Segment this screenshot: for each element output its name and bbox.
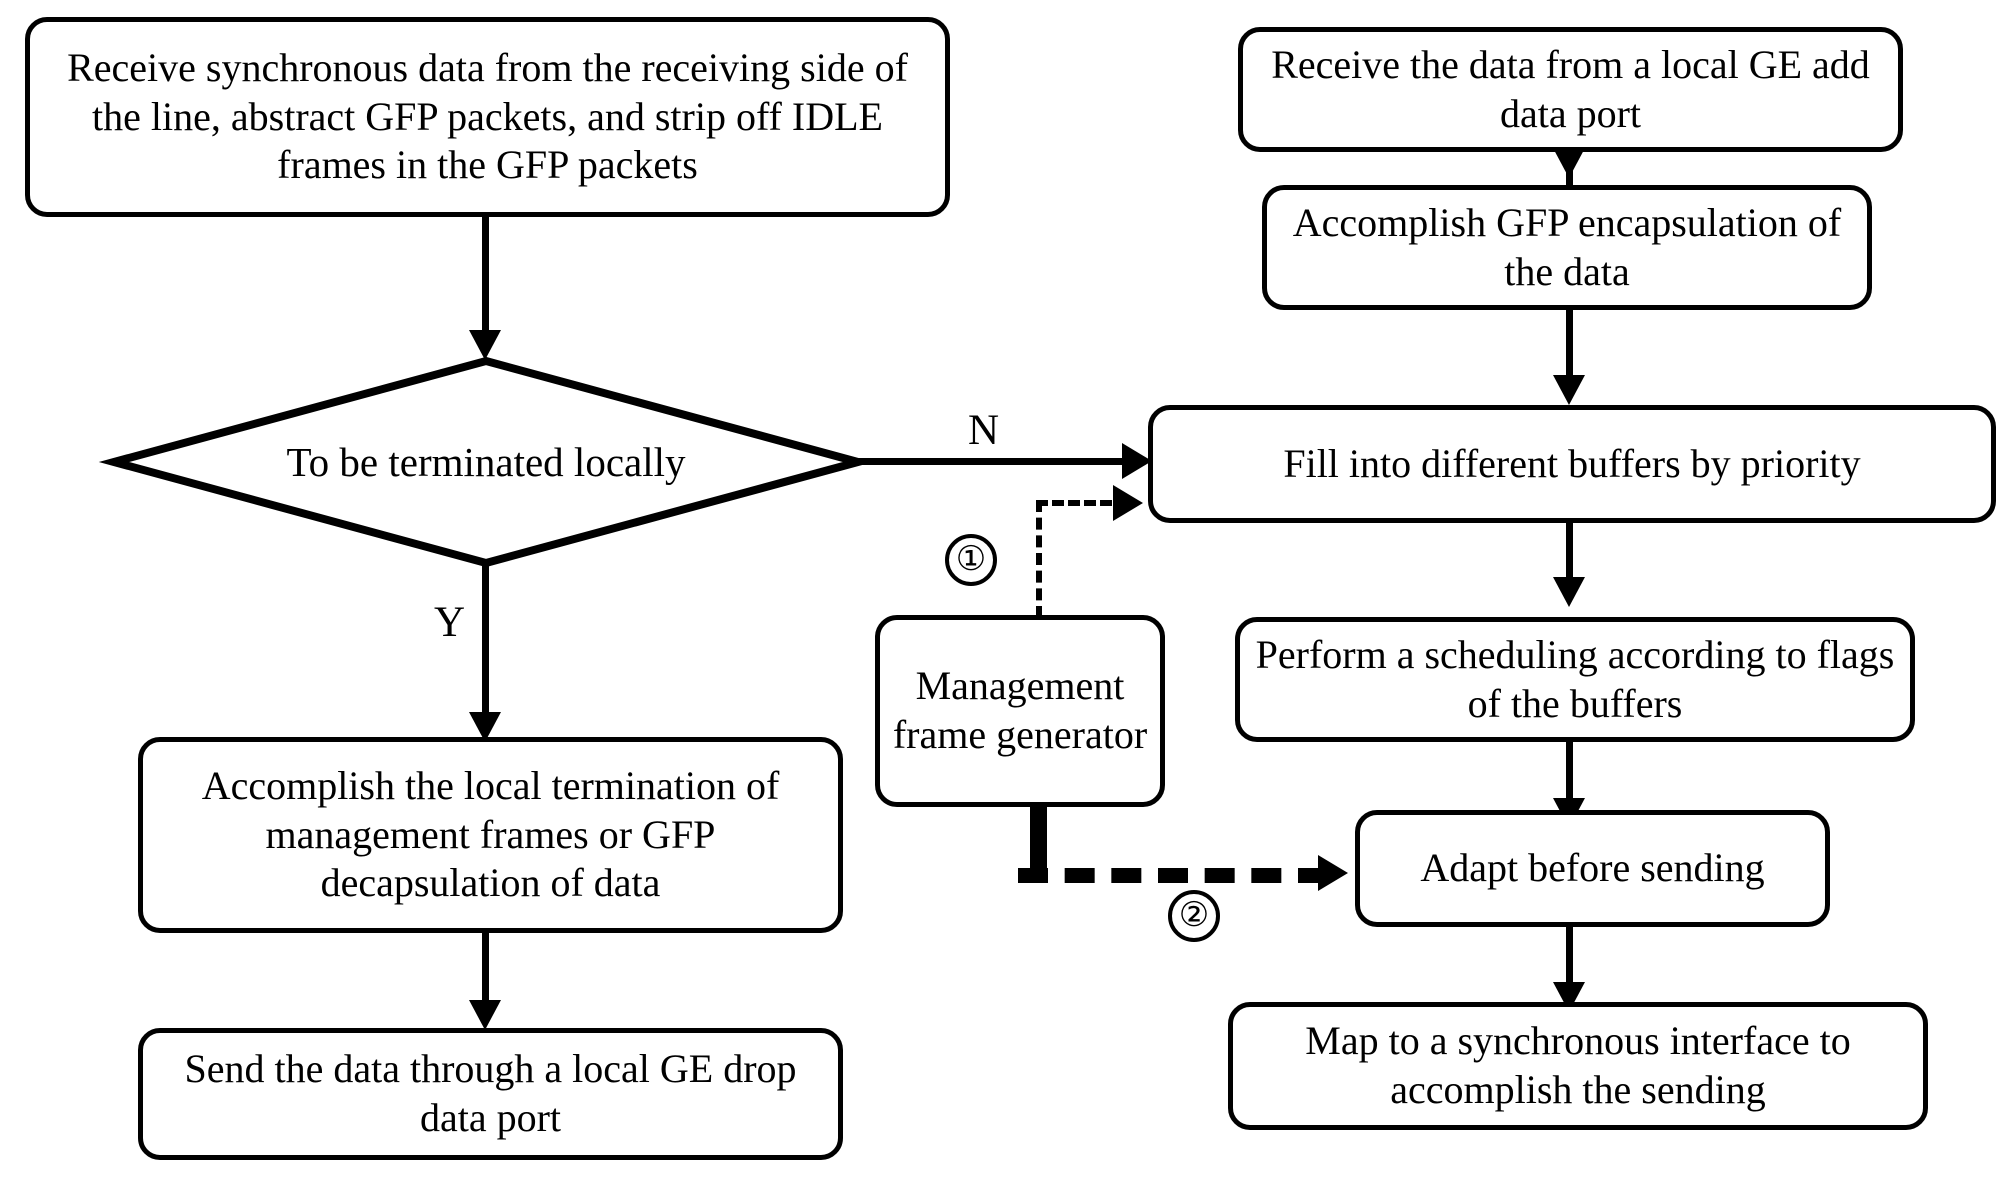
arrowhead-buffers-to-scheduling <box>1553 577 1585 607</box>
marker-two-label: ② <box>1178 897 1210 934</box>
arrowhead-geadd-to-encapsulation <box>1553 148 1585 178</box>
node-management-frame-generator-label: Management frame generator <box>892 663 1148 757</box>
marker-one-badge: ① <box>945 534 997 586</box>
connector-mgmt-to-adapt-vertical <box>1030 807 1047 875</box>
connector-mgmt-to-buffers-vertical <box>1036 500 1042 618</box>
node-map-to-sync-interface-label: Map to a synchronous interface to accomp… <box>1305 1018 1851 1112</box>
connector-receive-to-decision <box>482 217 489 337</box>
decision-label-wrapper: To be terminated locally <box>110 357 862 567</box>
node-accomplish-local-termination: Accomplish the local termination of mana… <box>138 737 843 933</box>
connector-mgmt-to-adapt-horizontal <box>1018 868 1328 883</box>
flowchart-canvas: Receive synchronous data from the receiv… <box>0 0 1996 1191</box>
node-adapt-before-sending: Adapt before sending <box>1355 810 1830 927</box>
node-accomplish-gfp-encapsulation-label: Accomplish GFP encapsulation of the data <box>1292 199 1842 294</box>
node-decision-terminate-locally-label: To be terminated locally <box>286 439 686 485</box>
node-management-frame-generator: Management frame generator <box>875 615 1165 807</box>
node-receive-sync-data: Receive synchronous data from the receiv… <box>25 17 950 217</box>
node-fill-buffers-by-priority-label: Fill into different buffers by priority <box>1283 440 1861 486</box>
node-perform-scheduling: Perform a scheduling according to flags … <box>1235 617 1915 742</box>
node-adapt-before-sending-label: Adapt before sending <box>1420 845 1765 891</box>
marker-two-badge: ② <box>1168 890 1220 942</box>
connector-scheduling-to-adapt <box>1566 742 1573 804</box>
node-decision-terminate-locally: To be terminated locally <box>98 356 874 568</box>
connector-termination-to-send <box>482 933 489 1008</box>
connector-encapsulation-to-buffers <box>1566 310 1573 380</box>
arrowhead-encapsulation-to-buffers <box>1553 375 1585 405</box>
node-accomplish-local-termination-label: Accomplish the local termination of mana… <box>201 762 780 906</box>
arrowhead-mgmt-to-buffers <box>1113 485 1143 521</box>
node-receive-from-ge-add-label: Receive the data from a local GE add dat… <box>1271 41 1870 136</box>
arrowhead-termination-to-send <box>469 1000 501 1030</box>
connector-adapt-to-map <box>1566 927 1573 989</box>
arrowhead-mgmt-to-adapt <box>1318 855 1348 891</box>
node-perform-scheduling-label: Perform a scheduling according to flags … <box>1255 631 1895 726</box>
node-fill-buffers-by-priority: Fill into different buffers by priority <box>1148 405 1996 523</box>
connector-decision-yes <box>482 560 489 720</box>
node-receive-sync-data-label: Receive synchronous data from the receiv… <box>67 44 908 188</box>
edge-label-branch-yes: Y <box>434 599 466 646</box>
node-receive-from-ge-add: Receive the data from a local GE add dat… <box>1238 27 1903 152</box>
node-send-through-ge-drop: Send the data through a local GE drop da… <box>138 1028 843 1160</box>
arrowhead-receive-to-decision <box>469 330 501 360</box>
node-accomplish-gfp-encapsulation: Accomplish GFP encapsulation of the data <box>1262 185 1872 310</box>
marker-one-label: ① <box>955 541 987 578</box>
node-map-to-sync-interface: Map to a synchronous interface to accomp… <box>1228 1002 1928 1130</box>
connector-decision-no <box>856 458 1136 465</box>
edge-label-branch-no: N <box>968 407 1000 454</box>
connector-buffers-to-scheduling <box>1566 523 1573 583</box>
node-send-through-ge-drop-label: Send the data through a local GE drop da… <box>184 1046 797 1140</box>
